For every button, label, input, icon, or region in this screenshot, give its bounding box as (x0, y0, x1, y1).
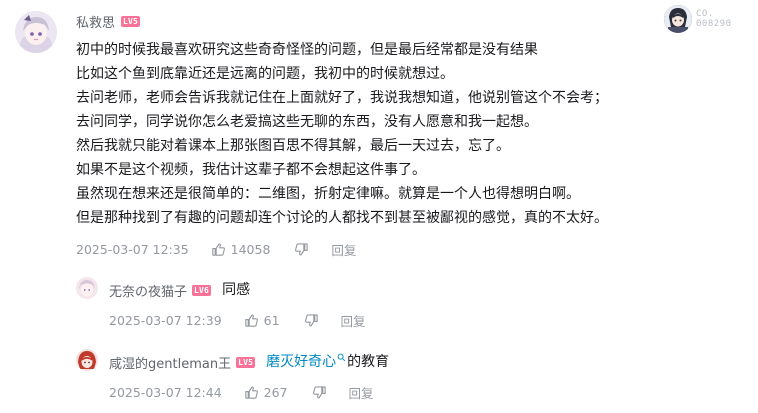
reply-text: 同感 (222, 282, 251, 298)
thumb-down-icon (295, 243, 309, 256)
main-comment-timestamp: 2025-03-07 12:35 (76, 242, 189, 257)
thumb-down-icon (312, 386, 326, 399)
like-button[interactable]: 267 (244, 385, 288, 400)
main-comment-username[interactable]: 私救思 (76, 12, 115, 31)
reply-avatar[interactable] (76, 277, 98, 299)
like-count: 14058 (230, 242, 271, 257)
reply-avatar[interactable] (76, 349, 98, 371)
reply-button[interactable]: 回复 (349, 383, 374, 402)
comment-line: 然后我就只能对着课本上那张图百思不得其解，最后一天过去，忘了。 (76, 138, 510, 154)
search-keyword-link[interactable]: 磨灭好奇心 (266, 350, 336, 374)
level-badge: LV5 (121, 16, 141, 27)
dislike-button[interactable] (312, 385, 327, 400)
level-badge: LV6 (192, 284, 212, 296)
comment-line: 但是那种找到了有趣的问题却连个讨论的人都找不到甚至被鄙视的感觉，真的不太好。 (76, 210, 608, 226)
fan-medal[interactable]: CO. 008290 (664, 4, 754, 34)
comment-line: 去问同学，同学说你怎么老爱搞这些无聊的东西，没有人愿意和我一起想。 (76, 114, 538, 130)
fan-medal-label: CO. (696, 9, 714, 19)
main-comment-avatar[interactable] (15, 11, 57, 53)
reply-text: 磨灭好奇心 的教育 (266, 350, 389, 374)
reply-timestamp: 2025-03-07 12:44 (109, 385, 222, 400)
comment-line: 如果不是这个视频，我估计这辈子都不会想起这件事了。 (76, 162, 426, 178)
reply-text-suffix: 的教育 (347, 354, 390, 370)
thumb-down-icon (304, 314, 318, 327)
like-count: 267 (263, 385, 288, 400)
reply-button[interactable]: 回复 (331, 240, 356, 259)
like-button[interactable]: 14058 (211, 242, 271, 257)
thumb-up-icon (244, 386, 258, 399)
thumb-up-icon (244, 314, 258, 327)
like-button[interactable]: 61 (244, 313, 280, 328)
reply-username[interactable]: 咸湿的gentleman王 (109, 353, 231, 372)
comment-line: 比如这个鱼到底靠近还是远离的问题，我初中的时候就想过。 (76, 66, 454, 82)
dislike-button[interactable] (294, 242, 309, 257)
thumb-up-icon (211, 243, 225, 256)
search-icon (337, 353, 346, 362)
comment-line: 去问老师，老师会告诉我就记住在上面就好了，我说我想知道，他说别管这个不会考； (76, 90, 608, 106)
fan-medal-avatar-icon (664, 5, 692, 33)
comment-line: 初中的时候我最喜欢研究这些奇奇怪怪的问题，但是最后经常都是没有结果 (76, 42, 538, 58)
comment-line: 虽然现在想来还是很简单的：二维图，折射定律嘛。就算是一个人也得想明白啊。 (76, 186, 580, 202)
reply-button[interactable]: 回复 (341, 311, 366, 330)
like-count: 61 (263, 313, 280, 328)
reply-timestamp: 2025-03-07 12:39 (109, 313, 222, 328)
main-comment-content: 初中的时候我最喜欢研究这些奇奇怪怪的问题，但是最后经常都是没有结果 比如这个鱼到… (76, 38, 608, 230)
fan-medal-number: 008290 (696, 19, 732, 29)
level-badge: LV5 (236, 356, 256, 368)
reply-username[interactable]: 无奈の夜猫子 (109, 281, 187, 300)
dislike-button[interactable] (304, 313, 319, 328)
